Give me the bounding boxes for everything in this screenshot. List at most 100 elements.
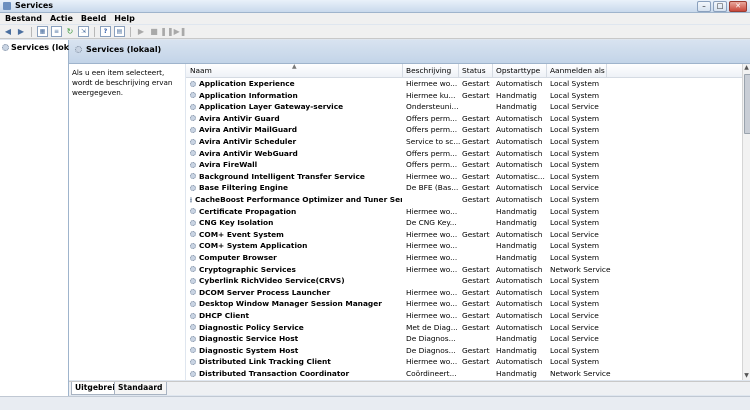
back-arrow-icon[interactable]: ◀ (3, 27, 13, 37)
show-hide-tree-icon[interactable]: ▦ (37, 26, 48, 37)
close-button[interactable]: ✕ (729, 1, 747, 12)
table-row[interactable]: COM+ System Application Hiermee wo... Hand… (186, 240, 742, 252)
column-divider[interactable] (402, 64, 403, 77)
table-row[interactable]: Cyberlink RichVideo Service(CRVS) Gestart… (186, 275, 742, 287)
table-row[interactable]: CacheBoost Performance Optimizer and Tun… (186, 194, 742, 206)
scroll-up-icon[interactable]: ▲ (743, 64, 750, 72)
minimize-button[interactable]: – (697, 1, 711, 12)
column-header-startup-type[interactable]: Opstarttype (496, 66, 540, 75)
gear-icon (190, 184, 196, 191)
action-pane-icon[interactable]: ▤ (114, 26, 125, 37)
gear-icon (190, 347, 196, 354)
column-header-name[interactable]: Naam (190, 66, 212, 75)
service-name: Cyberlink RichVideo Service(CRVS) (199, 276, 345, 286)
service-name-cell: Application Layer Gateway-service (190, 102, 402, 111)
table-row[interactable]: Desktop Window Manager Session Manager Hi… (186, 298, 742, 310)
menu-actie[interactable]: Actie (50, 13, 73, 24)
help-icon[interactable]: ? (100, 26, 111, 37)
maximize-button[interactable]: □ (713, 1, 727, 12)
table-row[interactable]: Base Filtering Engine De BFE (Bas... Gesta… (186, 182, 742, 194)
service-log-on-as: Network Service (550, 369, 611, 378)
column-divider[interactable] (458, 64, 459, 77)
service-name-cell: Computer Browser (190, 253, 402, 262)
service-name: Desktop Window Manager Session Manager (199, 299, 382, 309)
service-startup-type: Handmatig (496, 206, 537, 216)
properties-icon[interactable]: ≡ (51, 26, 62, 37)
service-name-cell: Base Filtering Engine (190, 183, 402, 192)
title-bar: Services – □ ✕ (0, 0, 750, 13)
table-row[interactable]: CNG Key Isolation De CNG Key... Handmatig L… (186, 217, 742, 229)
menu-bestand[interactable]: Bestand (5, 13, 42, 24)
table-row[interactable]: DCOM Server Process Launcher Hiermee wo..… (186, 287, 742, 299)
service-name: Base Filtering Engine (199, 183, 288, 193)
export-list-icon[interactable]: ⇲ (78, 26, 89, 37)
table-row[interactable]: Application Information Hiermee ku... Gest… (186, 90, 742, 102)
start-service-icon[interactable]: ▶ (136, 27, 146, 37)
column-header-log-on-as[interactable]: Aanmelden als (550, 66, 605, 75)
table-row[interactable]: Background Intelligent Transfer Service H… (186, 171, 742, 183)
table-row[interactable]: Avira AntiVir Guard Offers perm... Gestart… (186, 113, 742, 125)
pause-service-icon[interactable]: ❚❚ (160, 27, 173, 37)
window-controls: – □ ✕ (697, 1, 747, 12)
forward-arrow-icon[interactable]: ▶ (16, 27, 26, 37)
table-row[interactable]: Cryptographic Services Hiermee wo... Gesta… (186, 264, 742, 276)
scrollbar-thumb[interactable] (744, 74, 750, 134)
stop-service-icon[interactable]: ■ (149, 27, 159, 37)
service-name: Computer Browser (199, 253, 277, 262)
table-row[interactable]: Avira AntiVir MailGuard Offers perm... Ges… (186, 124, 742, 136)
column-divider[interactable] (546, 64, 547, 77)
service-status: Gestart (462, 148, 490, 158)
service-name-cell: Distributed Transaction Coordinator (190, 369, 402, 378)
table-row[interactable]: Diagnostic System Host De Diagnos... Gesta… (186, 345, 742, 357)
service-description: Hiermee wo... (406, 311, 458, 320)
column-header-description[interactable]: Beschrijving (406, 66, 451, 75)
service-log-on-as: Local System (550, 113, 600, 123)
table-row[interactable]: Application Experience Hiermee wo... Gesta… (186, 78, 742, 90)
service-log-on-as: Local System (550, 345, 600, 355)
table-row[interactable]: COM+ Event System Hiermee wo... Gestart Aut… (186, 229, 742, 241)
table-row[interactable]: Application Layer Gateway-service Onderst… (186, 101, 742, 113)
table-row[interactable]: Certificate Propagation Hiermee wo... Hand… (186, 206, 742, 218)
service-startup-type: Handmatig (496, 253, 537, 262)
service-name: COM+ Event System (199, 229, 284, 239)
gear-icon (190, 219, 196, 226)
table-row[interactable]: Avira AntiVir WebGuard Offers perm... Gest… (186, 148, 742, 160)
service-name-cell: DCOM Server Process Launcher (190, 288, 402, 297)
menu-help[interactable]: Help (114, 13, 135, 24)
toolbar-separator (94, 26, 95, 37)
gear-icon (190, 324, 196, 331)
table-row[interactable]: Avira AntiVir Scheduler Service to sc... G… (186, 136, 742, 148)
table-row[interactable]: DHCP Client Hiermee wo... Gestart Automatis… (186, 310, 742, 322)
table-row[interactable]: Avira FireWall Offers perm... Gestart Autom… (186, 159, 742, 171)
table-row[interactable]: Computer Browser Hiermee wo... Handmatig Lo… (186, 252, 742, 264)
service-log-on-as: Local Service (550, 229, 599, 239)
toolbar: ◀ ▶ ▦ ≡ ↻ ⇲ ? ▤ ▶ ■ ❚❚ ▶❚ (0, 25, 750, 39)
service-log-on-as: Local System (550, 148, 600, 158)
tab-standaard[interactable]: Standaard (114, 382, 167, 395)
scroll-down-icon[interactable]: ▼ (743, 372, 750, 380)
window-title: Services (15, 1, 54, 10)
table-row[interactable]: Diagnostic Policy Service Met de Diag... G… (186, 322, 742, 334)
vertical-scrollbar[interactable]: ▲ ▼ (742, 64, 750, 380)
gear-icon (190, 173, 196, 180)
gear-icon (2, 44, 9, 51)
service-name: Background Intelligent Transfer Service (199, 171, 365, 181)
service-name: Cryptographic Services (199, 264, 296, 274)
service-startup-type: Automatisch (496, 322, 543, 332)
service-name-cell: CNG Key Isolation (190, 218, 402, 227)
refresh-icon[interactable]: ↻ (65, 27, 75, 37)
status-bar (0, 396, 750, 410)
table-row[interactable]: Distributed Link Tracking Client Hiermee … (186, 356, 742, 368)
menu-beeld[interactable]: Beeld (81, 13, 106, 24)
service-description: Offers perm... (406, 113, 458, 123)
restart-service-icon[interactable]: ▶❚ (174, 27, 187, 37)
column-divider[interactable] (492, 64, 493, 77)
sort-ascending-icon: ▲ (292, 64, 297, 70)
column-header-status[interactable]: Status (462, 66, 486, 75)
column-divider[interactable] (606, 64, 607, 77)
table-row[interactable]: Diagnostic Service Host De Diagnos... Hand… (186, 333, 742, 345)
table-row[interactable]: Distributed Transaction Coordinator Coörd… (186, 368, 742, 380)
service-startup-type: Automatisch (496, 311, 543, 320)
toolbar-separator (130, 26, 131, 37)
service-name: Avira AntiVir WebGuard (199, 148, 298, 158)
